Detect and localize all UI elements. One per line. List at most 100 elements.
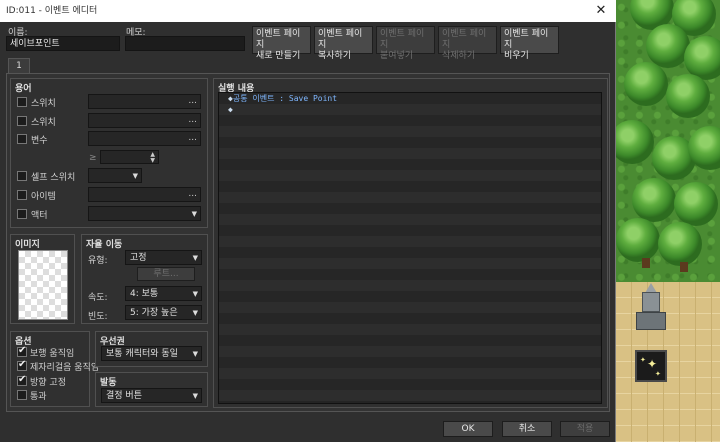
- self-switch-select[interactable]: ▼: [88, 168, 142, 183]
- empty-row: [219, 214, 601, 225]
- self-switch-checkbox[interactable]: [17, 171, 27, 181]
- empty-row: [219, 291, 601, 302]
- empty-row: [219, 258, 601, 269]
- priority-select[interactable]: 보통 캐릭터와 동일 ▼: [101, 346, 202, 361]
- trigger-select[interactable]: 결정 버튼 ▼: [101, 388, 202, 403]
- variable-checkbox[interactable]: [17, 134, 27, 144]
- empty-row: [219, 247, 601, 258]
- switch1-selector[interactable]: ...: [88, 94, 201, 109]
- empty-row: [219, 302, 601, 313]
- image-title: 이미지: [15, 240, 40, 250]
- empty-row: [219, 236, 601, 247]
- empty-row: [219, 203, 601, 214]
- tree-trunk: [642, 258, 650, 268]
- save-point-sprite[interactable]: ✦ ✦ ✦: [635, 350, 667, 382]
- switch1-checkbox[interactable]: [17, 97, 27, 107]
- tree: [658, 222, 702, 266]
- empty-row: [219, 390, 601, 401]
- chevron-down-icon: ▼: [192, 254, 198, 262]
- actor-checkbox[interactable]: [17, 209, 27, 219]
- delete-page-button[interactable]: 이벤트 페이지 삭제하기: [438, 26, 497, 61]
- through-label: 통과: [30, 392, 47, 402]
- tree: [666, 74, 710, 118]
- chevron-down-icon: ▼: [192, 392, 198, 400]
- tree: [616, 218, 660, 262]
- route-button[interactable]: 루트...: [137, 267, 195, 281]
- item-checkbox[interactable]: [17, 190, 27, 200]
- empty-row: [219, 357, 601, 368]
- walking-anim-label: 보행 움직임: [30, 349, 75, 359]
- character-image-preview[interactable]: [18, 250, 68, 320]
- trigger-title: 발동: [100, 378, 117, 388]
- move-speed-select[interactable]: 4: 보통 ▼: [125, 286, 202, 301]
- command-text: 공통 이벤트 : Save Point: [232, 94, 338, 103]
- tab-page-1[interactable]: 1: [8, 58, 30, 74]
- map-background: [616, 0, 720, 442]
- empty-row: [219, 159, 601, 170]
- item-label: 아이템: [31, 192, 56, 202]
- empty-row: [219, 313, 601, 324]
- empty-row: [219, 280, 601, 291]
- move-type-label: 유형:: [88, 256, 108, 266]
- move-frequency-select[interactable]: 5: 가장 높은 ▼: [125, 305, 202, 320]
- chevron-down-icon: ▼: [192, 290, 198, 298]
- autonomous-title: 자율 이동: [86, 240, 123, 250]
- tree-trunk: [680, 262, 688, 272]
- empty-row: [219, 269, 601, 280]
- actor-select[interactable]: ▼: [88, 206, 201, 221]
- empty-row: [219, 335, 601, 346]
- stepping-anim-checkbox[interactable]: [17, 359, 27, 371]
- command-list[interactable]: ◆공통 이벤트 : Save Point ◆: [218, 92, 602, 404]
- name-input[interactable]: 세이브포인트: [6, 36, 120, 51]
- tree: [632, 178, 676, 222]
- move-speed-label: 속도:: [88, 293, 108, 303]
- list-item[interactable]: ◆공통 이벤트 : Save Point: [219, 93, 601, 104]
- empty-row: [219, 225, 601, 236]
- move-frequency-label: 빈도:: [88, 312, 108, 322]
- empty-row: [219, 126, 601, 137]
- compare-symbol: ≥: [89, 153, 97, 163]
- empty-row: [219, 379, 601, 390]
- ellipsis-icon: ...: [188, 189, 197, 199]
- switch2-checkbox[interactable]: [17, 116, 27, 126]
- tree: [674, 182, 718, 226]
- direction-fix-label: 방향 고정: [30, 378, 66, 388]
- memo-input[interactable]: [125, 36, 245, 51]
- statue-sprite: [633, 283, 669, 333]
- empty-row: [219, 115, 601, 126]
- direction-fix-checkbox[interactable]: [17, 374, 27, 386]
- move-type-value: 고정: [130, 253, 147, 263]
- empty-row: [219, 346, 601, 357]
- variable-selector[interactable]: ...: [88, 131, 201, 146]
- copy-page-button[interactable]: 이벤트 페이지 복사하기: [314, 26, 373, 61]
- diamond-icon: ◆: [228, 105, 233, 114]
- empty-row: [219, 368, 601, 379]
- close-icon[interactable]: ✕: [586, 0, 616, 22]
- cancel-button[interactable]: 취소: [502, 421, 552, 437]
- chevron-down-icon[interactable]: ▼: [150, 157, 155, 164]
- list-item[interactable]: ◆: [219, 104, 601, 115]
- empty-row: [219, 324, 601, 335]
- item-selector[interactable]: ...: [88, 187, 201, 202]
- ellipsis-icon: ...: [188, 115, 197, 125]
- clear-page-button[interactable]: 이벤트 페이지 비우기: [500, 26, 559, 61]
- variable-value-stepper[interactable]: ▲ ▼: [100, 150, 159, 164]
- ok-button[interactable]: OK: [443, 421, 493, 437]
- new-page-button[interactable]: 이벤트 페이지 새로 만들기: [252, 26, 311, 61]
- walking-anim-checkbox[interactable]: [17, 345, 27, 357]
- switch2-label: 스위치: [31, 118, 56, 128]
- trigger-value: 결정 버튼: [106, 391, 142, 401]
- ellipsis-icon: ...: [188, 133, 197, 143]
- move-type-select[interactable]: 고정 ▼: [125, 250, 202, 265]
- empty-row: [219, 192, 601, 203]
- chevron-down-icon: ▼: [192, 309, 198, 317]
- actor-label: 액터: [31, 211, 48, 221]
- variable-label: 변수: [31, 136, 48, 146]
- switch2-selector[interactable]: ...: [88, 113, 201, 128]
- priority-value: 보통 캐릭터와 동일: [106, 349, 178, 359]
- through-checkbox[interactable]: [17, 390, 27, 400]
- chevron-down-icon: ▼: [191, 210, 197, 218]
- paste-page-button[interactable]: 이벤트 페이지 붙여넣기: [376, 26, 435, 61]
- apply-button[interactable]: 적용: [560, 421, 610, 437]
- tree: [624, 62, 668, 106]
